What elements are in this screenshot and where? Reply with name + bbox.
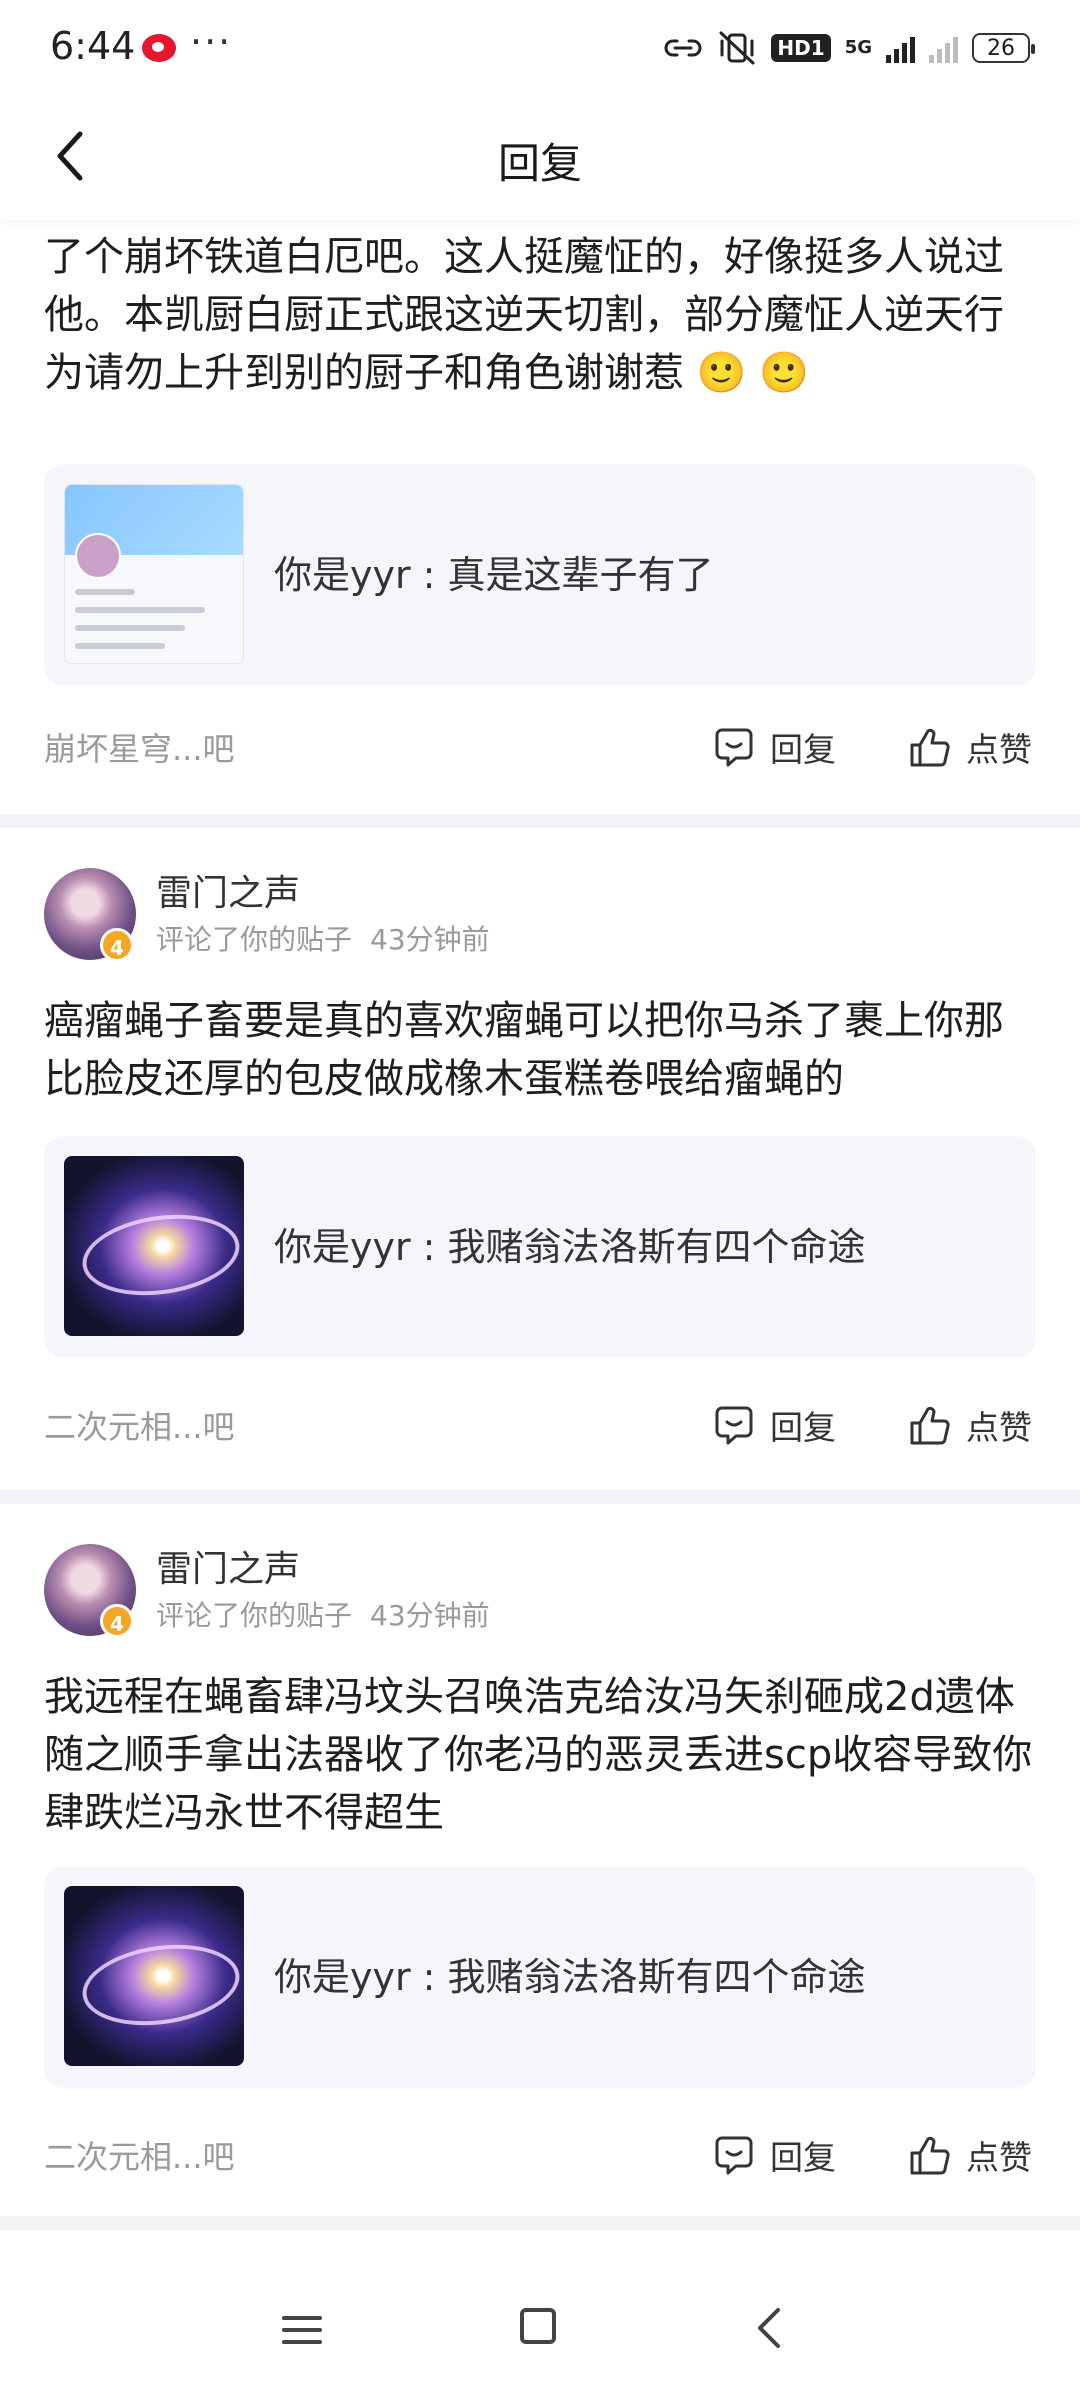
home-icon[interactable]: [520, 2308, 556, 2344]
signal-secondary-icon: [929, 33, 958, 63]
username[interactable]: 雷门之声: [156, 1540, 300, 1592]
quoted-post-thumbnail: [64, 484, 244, 664]
card-separator: [0, 2216, 1080, 2230]
status-indicators: HD1 5G 26: [663, 26, 1035, 70]
comment-author[interactable]: 4 雷门之声 评论了你的贴子 43分钟前: [44, 868, 1044, 968]
quoted-post-text: 你是yyr : 我赌翁法洛斯有四个命途: [274, 1225, 866, 1269]
like-button[interactable]: 点赞: [908, 1400, 1032, 1450]
quoted-post-thumbnail: [64, 1886, 244, 2066]
thumbs-up-icon: [910, 1406, 950, 1445]
reply-icon: [715, 2136, 753, 2175]
reply-label: 回复: [770, 2138, 836, 2177]
weibo-icon: [142, 34, 176, 62]
username[interactable]: 雷门之声: [156, 864, 300, 916]
notification-card: 4 雷门之声 评论了你的贴子 43分钟前 癌瘤蝇子畜要是真的喜欢瘤蝇可以把你马杀了…: [0, 828, 1080, 1490]
card-footer: 二次元相...吧 回复 点赞: [44, 2124, 1038, 2184]
card-footer: 崩坏星穹...吧 回复 点赞: [44, 716, 1038, 776]
card-separator: [0, 814, 1080, 828]
mute-vibrate-icon: [719, 31, 755, 65]
timestamp: 43分钟前: [370, 923, 490, 956]
level-badge: 4: [100, 928, 134, 962]
quoted-post[interactable]: 你是yyr : 我赌翁法洛斯有四个命途: [44, 1136, 1036, 1358]
quoted-post[interactable]: 你是yyr : 真是这辈子有了: [44, 464, 1036, 686]
action-text: 评论了你的贴子: [156, 923, 353, 956]
page-title: 回复: [497, 139, 582, 188]
recent-apps-icon[interactable]: [282, 2310, 322, 2350]
system-nav-bar: [0, 2230, 1080, 2400]
timestamp: 43分钟前: [370, 1599, 490, 1632]
like-label: 点赞: [966, 1408, 1032, 1447]
reply-button[interactable]: 回复: [712, 1400, 836, 1450]
system-back-icon[interactable]: [754, 2306, 784, 2350]
reply-button[interactable]: 回复: [712, 722, 836, 772]
reply-label: 回复: [770, 730, 836, 769]
like-label: 点赞: [966, 2138, 1032, 2177]
comment-text: 起来了，白厄吧之前因为封了他，所以他应该是另外开了个崩坏铁道白厄吧。这人挺魔怔的…: [44, 220, 1004, 396]
hd-badge: HD1: [771, 34, 831, 62]
reply-label: 回复: [770, 1408, 836, 1447]
reply-icon: [715, 1406, 753, 1445]
quoted-post[interactable]: 你是yyr : 我赌翁法洛斯有四个命途: [44, 1866, 1036, 2088]
comment-text[interactable]: 我远程在蝇畜肆冯坟头召唤浩克给汝冯矢刹砸成2d遗体随之顺手拿出法器收了你老冯的恶…: [44, 1668, 1038, 1842]
comment-author[interactable]: 4 雷门之声 评论了你的贴子 43分钟前: [44, 1544, 1044, 1644]
comment-meta: 评论了你的贴子 43分钟前: [156, 1594, 490, 1634]
card-separator: [0, 1490, 1080, 1504]
status-bar: 6:44 ··· HD1 5G 26: [0, 0, 1080, 96]
notification-card: 起来了，白厄吧之前因为封了他，所以他应该是另外开了个崩坏铁道白厄吧。这人挺魔怔的…: [0, 220, 1080, 784]
comment-meta: 评论了你的贴子 43分钟前: [156, 918, 490, 958]
like-button[interactable]: 点赞: [908, 722, 1032, 772]
quoted-post-text: 你是yyr : 我赌翁法洛斯有四个命途: [274, 1955, 866, 1999]
signal-icon: [886, 33, 915, 63]
forum-name[interactable]: 崩坏星穹...吧: [44, 724, 235, 770]
like-label: 点赞: [966, 730, 1032, 769]
forum-name[interactable]: 二次元相...吧: [44, 2132, 235, 2178]
status-time: 6:44: [50, 24, 136, 68]
thumbs-up-icon: [910, 2136, 950, 2175]
quoted-post-text: 你是yyr : 真是这辈子有了: [274, 553, 714, 597]
reply-button[interactable]: 回复: [712, 2130, 836, 2180]
more-notifications-icon: ···: [190, 20, 233, 64]
like-button[interactable]: 点赞: [908, 2130, 1032, 2180]
forum-name[interactable]: 二次元相...吧: [44, 1402, 235, 1448]
top-bar: 回复: [0, 96, 1080, 220]
comment-text[interactable]: 癌瘤蝇子畜要是真的喜欢瘤蝇可以把你马杀了裹上你那比脸皮还厚的包皮做成橡木蛋糕卷喂…: [44, 992, 1038, 1108]
thumbs-up-icon: [910, 728, 950, 767]
notification-card: 4 雷门之声 评论了你的贴子 43分钟前 我远程在蝇畜肆冯坟头召唤浩克给汝冯矢刹砸…: [0, 1504, 1080, 2224]
card-footer: 二次元相...吧 回复 点赞: [44, 1394, 1038, 1454]
level-badge: 4: [100, 1604, 134, 1638]
action-text: 评论了你的贴子: [156, 1599, 353, 1632]
reply-icon: [715, 728, 753, 767]
network-type: 5G: [844, 37, 872, 58]
link-icon: [664, 39, 702, 57]
quoted-post-thumbnail: [64, 1156, 244, 1336]
battery-icon: 26: [972, 33, 1035, 63]
notification-list: 起来了，白厄吧之前因为封了他，所以他应该是另外开了个崩坏铁道白厄吧。这人挺魔怔的…: [0, 220, 1080, 2230]
